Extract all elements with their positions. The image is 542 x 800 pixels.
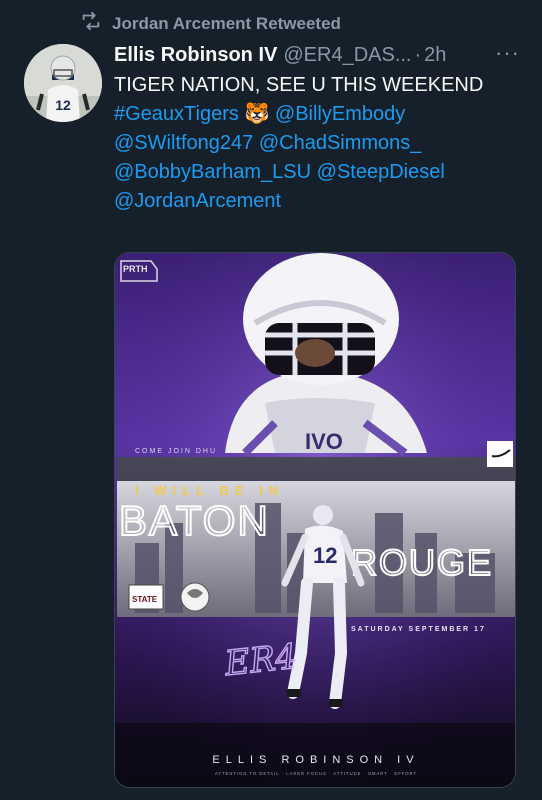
more-options-icon[interactable]: ··· <box>495 40 520 66</box>
tagline-footer: ATTENTION TO DETAIL · LASER FOCUS · ATTI… <box>215 771 417 776</box>
mention-billyembody[interactable]: @BillyEmbody <box>275 103 405 125</box>
tweet-text: TIGER NATION, SEE U THIS WEEKEND #GeauxT… <box>114 71 530 216</box>
jersey-number: 12 <box>313 543 337 568</box>
mention-bobbybarham-lsu[interactable]: @BobbyBarham_LSU <box>114 161 311 183</box>
msu-logo-text: STATE <box>132 595 158 604</box>
author-handle[interactable]: @ER4_DAS... <box>283 44 411 67</box>
separator-dot: · <box>414 43 422 66</box>
tiger-emoji-icon: 🐯 <box>244 103 270 125</box>
game-date: SATURDAY SEPTEMBER 17 <box>351 626 486 633</box>
svg-text:12: 12 <box>55 97 71 113</box>
signature: ER4 <box>222 637 299 684</box>
mention-steepdiesel[interactable]: @SteepDiesel <box>317 161 445 183</box>
avatar[interactable]: 12 <box>24 44 102 122</box>
will-be-in-text: I WILL BE IN <box>135 483 284 498</box>
tweet-media-image[interactable]: PRTH IVO COME JOIN DHU I WILL BE IN BATO… <box>114 252 516 788</box>
retweet-icon <box>80 10 102 37</box>
mention-jordanarcement[interactable]: @JordanArcement <box>114 190 281 212</box>
tweet-header: Ellis Robinson IV @ER4_DAS... · 2h ··· <box>114 40 530 70</box>
svg-text:IVO: IVO <box>305 429 343 454</box>
mention-swiltfong247[interactable]: @SWiltfong247 <box>114 132 253 154</box>
tweet-time[interactable]: 2h <box>424 44 446 67</box>
tweet-text-line: TIGER NATION, SEE U THIS WEEKEND <box>114 74 484 96</box>
mention-chadsimmons[interactable]: @ChadSimmons_ <box>259 132 422 154</box>
retweet-label: Jordan Arcement Retweeted <box>112 13 341 33</box>
tweet-body: Ellis Robinson IV @ER4_DAS... · 2h ··· T… <box>114 40 530 216</box>
player-name-footer: ELLIS ROBINSON IV <box>212 754 419 766</box>
hashtag-geauxtigers[interactable]: #GeauxTigers <box>114 103 239 125</box>
retweet-indicator[interactable]: Jordan Arcement Retweeted <box>80 10 341 37</box>
prth-logo-text: PRTH <box>123 264 148 274</box>
come-join-text: COME JOIN DHU <box>135 448 217 455</box>
author-name[interactable]: Ellis Robinson IV <box>114 44 277 67</box>
baton-text: BATON <box>119 497 270 544</box>
rouge-text: ROUGE <box>351 542 493 583</box>
